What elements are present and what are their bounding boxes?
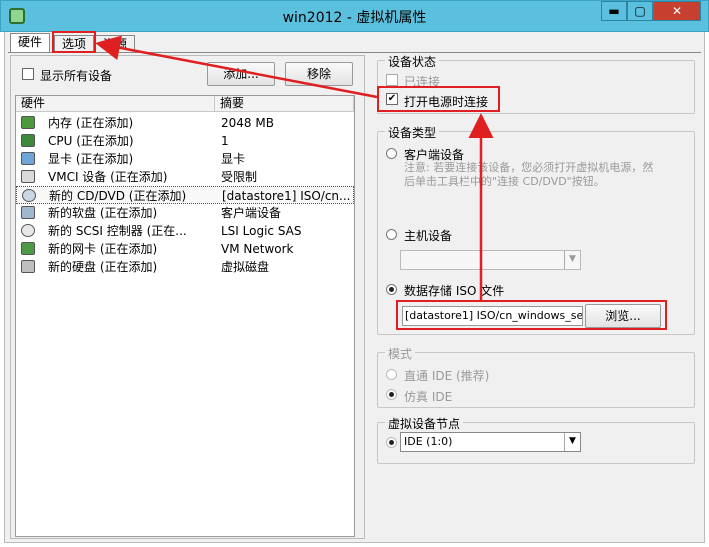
arrow-to-options-tab bbox=[95, 35, 378, 99]
annotation-arrows bbox=[95, 35, 494, 300]
